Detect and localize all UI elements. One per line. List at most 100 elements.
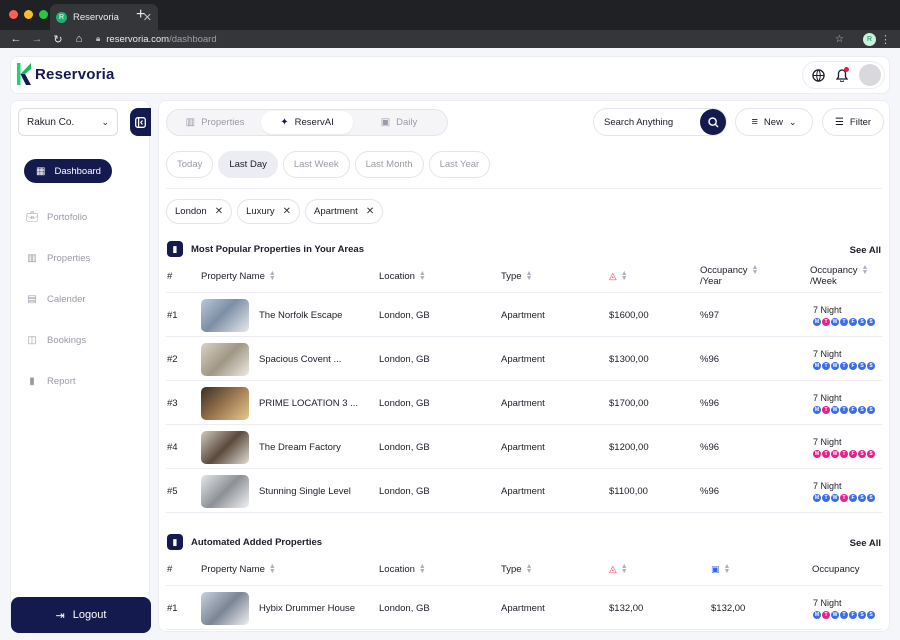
airbnb-icon: ◬ xyxy=(609,270,617,282)
maximize-window-button[interactable] xyxy=(39,10,48,19)
table-row[interactable]: #2 Spacious Covent ... London, GB Apartm… xyxy=(166,337,882,381)
table-row[interactable]: #3 PRIME LOCATION 3 ... London, GB Apart… xyxy=(166,381,882,425)
logout-icon: ⇥ xyxy=(55,609,65,622)
col-property-name[interactable]: Property Name ▲ ▼ xyxy=(201,552,276,586)
close-icon[interactable]: ✕ xyxy=(215,206,223,217)
search-input[interactable]: Search Anything xyxy=(593,108,727,136)
range-last-day[interactable]: Last Day xyxy=(218,151,278,178)
close-window-button[interactable] xyxy=(9,10,18,19)
weekday-dot: S xyxy=(867,317,875,326)
weekday-dot: W xyxy=(831,361,839,370)
weekday-dot: F xyxy=(849,449,857,458)
reload-icon[interactable]: ↻ xyxy=(50,33,66,46)
property-cell[interactable]: The Norfolk Escape xyxy=(201,293,342,337)
date-range-tabs: Today Last Day Last Week Last Month Last… xyxy=(166,151,491,178)
bell-icon[interactable] xyxy=(835,67,849,82)
forward-icon[interactable]: → xyxy=(29,33,45,45)
filter-chip[interactable]: Luxury ✕ xyxy=(237,199,300,224)
occupancy-year: %97 xyxy=(700,309,720,321)
occupancy-week: 7 Night MTWTFSS xyxy=(813,337,875,381)
table-row[interactable]: #4 The Dream Factory London, GB Apartmen… xyxy=(166,425,882,469)
airbnb-price: $132,00 xyxy=(609,602,644,614)
weekday-dot: F xyxy=(849,405,857,414)
range-last-month[interactable]: Last Month xyxy=(354,151,424,178)
col-airbnb[interactable]: ◬ ▲ ▼ xyxy=(609,552,628,586)
col-location[interactable]: Location ▲ ▼ xyxy=(379,259,426,293)
table-row[interactable]: #1 The Norfolk Escape London, GB Apartme… xyxy=(166,293,882,337)
table-row[interactable]: #5 Stunning Single Level London, GB Apar… xyxy=(166,469,882,513)
col-occupancy-year[interactable]: Occupancy/Year ▲ ▼ xyxy=(700,259,758,293)
logout-button[interactable]: ⇥ Logout xyxy=(11,597,151,633)
tab-properties[interactable]: ▥ Properties xyxy=(169,111,261,134)
see-all-link[interactable]: See All xyxy=(850,538,881,549)
range-today[interactable]: Today xyxy=(166,151,214,178)
weekday-dots: MTWTFSS xyxy=(813,361,875,370)
price: $1700,00 xyxy=(609,397,649,409)
col-type[interactable]: Type ▲ ▼ xyxy=(501,259,533,293)
weekday-dots: MTWTFSS xyxy=(813,449,875,458)
company-select[interactable]: Rakun Co. ⌄ xyxy=(18,108,118,136)
sort-icon: ▲ ▼ xyxy=(525,563,533,575)
sidebar-item-portofolio[interactable]: 💼︎ Portofolio xyxy=(26,212,87,223)
globe-icon[interactable] xyxy=(811,68,825,82)
weekday-dot: F xyxy=(849,317,857,326)
address-bar[interactable]: 🔒︎ reservoria.com/dashboard xyxy=(96,34,217,45)
col-airbnb[interactable]: ◬ ▲ ▼ xyxy=(609,259,628,293)
sidebar-item-calender[interactable]: ▤ Calender xyxy=(26,294,85,305)
home-icon[interactable]: ⌂ xyxy=(71,33,87,45)
property-cell[interactable]: Stunning Single Level xyxy=(201,469,351,513)
property-cell[interactable]: Hybix Drummer House xyxy=(201,586,355,630)
property-cell[interactable]: PRIME LOCATION 3 ... xyxy=(201,381,358,425)
minimize-window-button[interactable] xyxy=(24,10,33,19)
col-property-name[interactable]: Property Name ▲ ▼ xyxy=(201,259,276,293)
logo[interactable]: Reservoria xyxy=(17,63,115,85)
search-button[interactable] xyxy=(700,109,726,135)
property-thumbnail xyxy=(201,591,249,625)
back-icon[interactable]: ← xyxy=(8,33,24,45)
weekday-dot: T xyxy=(822,405,830,414)
col-location[interactable]: Location ▲ ▼ xyxy=(379,552,426,586)
logout-label: Logout xyxy=(72,609,107,621)
table-row[interactable]: #1 Hybix Drummer House London, GB Apartm… xyxy=(166,586,882,630)
filter-button[interactable]: ☰ Filter xyxy=(822,108,884,136)
col-label: Occupancy xyxy=(810,265,858,276)
sort-icon: ▲ ▼ xyxy=(620,270,628,282)
avatar[interactable] xyxy=(859,64,881,86)
collapse-sidebar-button[interactable] xyxy=(130,108,151,136)
sidebar-item-bookings[interactable]: ◫ Bookings xyxy=(26,335,86,346)
nights: 7 Night xyxy=(813,436,842,447)
col-occupancy-week[interactable]: Occupancy/Week ▲ ▼ xyxy=(810,259,868,293)
col-booking[interactable]: ▣ ▲ ▼ xyxy=(711,552,730,586)
tab-daily[interactable]: ▣ Daily xyxy=(353,111,445,134)
col-type[interactable]: Type ▲ ▼ xyxy=(501,552,533,586)
new-button[interactable]: ≡ New ⌄ xyxy=(735,108,813,136)
ai-icon: ✦ xyxy=(280,117,289,128)
sidebar-item-report[interactable]: ▮ Report xyxy=(26,376,75,387)
sidebar-item-label: Dashboard xyxy=(54,165,101,177)
browser-profile-icon[interactable]: R xyxy=(863,33,876,46)
sidebar-item-dashboard[interactable]: ▦ Dashboard xyxy=(24,159,112,183)
rank: #4 xyxy=(167,441,178,453)
tab-reservai[interactable]: ✦ ReservAI xyxy=(261,111,353,134)
filter-label: Filter xyxy=(849,116,872,128)
new-tab-button[interactable]: + xyxy=(136,6,145,24)
property-name: Spacious Covent ... xyxy=(259,353,342,365)
close-icon[interactable]: ✕ xyxy=(283,206,291,217)
bookmark-star-icon[interactable]: ☆ xyxy=(835,34,844,45)
range-last-week[interactable]: Last Week xyxy=(282,151,350,178)
property-cell[interactable]: The Dream Factory xyxy=(201,425,341,469)
range-last-year[interactable]: Last Year xyxy=(428,151,491,178)
browser-menu-icon[interactable]: ⋮ xyxy=(880,33,891,46)
see-all-link[interactable]: See All xyxy=(850,245,881,256)
sidebar-item-label: Bookings xyxy=(47,335,87,346)
close-icon[interactable]: ✕ xyxy=(366,206,374,217)
weekday-dot: T xyxy=(840,610,848,619)
type: Apartment xyxy=(501,602,545,614)
filter-chip[interactable]: London ✕ xyxy=(166,199,233,224)
col-rank: # xyxy=(167,563,173,575)
weekday-dot: M xyxy=(813,493,821,502)
view-tabs: ▥ Properties ✦ ReservAI ▣ Daily xyxy=(166,109,448,136)
sidebar-item-properties[interactable]: ▥ Properties xyxy=(26,253,90,264)
filter-chip[interactable]: Apartment ✕ xyxy=(305,199,384,224)
property-cell[interactable]: Spacious Covent ... xyxy=(201,337,341,381)
